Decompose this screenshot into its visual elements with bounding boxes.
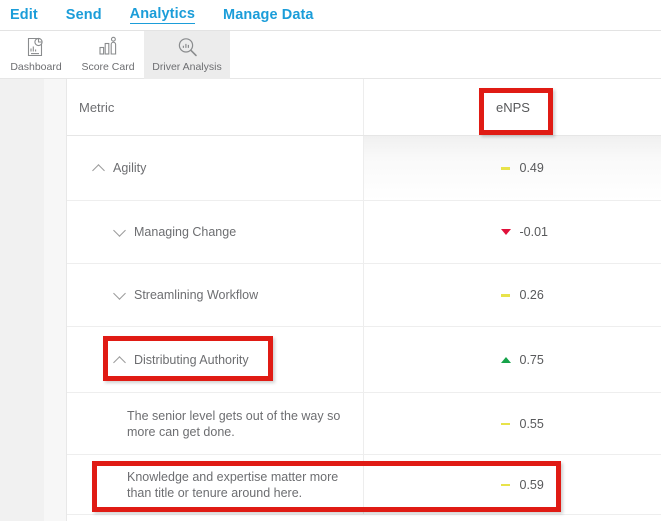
row-metric-cell-senior-level-item[interactable]: The senior level gets out of the way so …: [67, 393, 364, 454]
row-metric-cell-managing-change[interactable]: Managing Change: [67, 201, 364, 263]
table-header-row: Metric eNPS: [67, 79, 661, 136]
metric-value-streamlining-workflow: 0.26: [519, 288, 544, 302]
trend-up-icon: [500, 355, 511, 365]
chevron-down-icon[interactable]: [114, 226, 126, 238]
row-metric-cell-streamlining-workflow[interactable]: Streamlining Workflow: [67, 264, 364, 326]
row-metric-cell-distributing-authority[interactable]: Distributing Authority: [67, 327, 364, 392]
chevron-down-icon[interactable]: [114, 289, 126, 301]
chevron-up-icon[interactable]: [114, 354, 126, 366]
metric-label-senior-level-item: The senior level gets out of the way so …: [127, 408, 341, 439]
row-value-cell-streamlining-workflow: 0.26: [364, 264, 661, 326]
column-header-metric[interactable]: Metric: [67, 79, 364, 135]
nav-item-send[interactable]: Send: [66, 7, 102, 24]
metric-label-managing-change: Managing Change: [134, 225, 237, 239]
metric-label-knowledge-expertise-item: Knowledge and expertise matter more than…: [127, 469, 339, 500]
left-gutter-panel: [0, 79, 44, 521]
column-header-enps-label: eNPS: [496, 99, 530, 115]
row-value-cell-senior-level-item: 0.55: [364, 393, 661, 454]
row-metric-cell-knowledge-expertise-item[interactable]: Knowledge and expertise matter more than…: [67, 455, 364, 514]
metric-value-managing-change: -0.01: [519, 225, 549, 239]
metric-label-agility: Agility: [113, 161, 147, 175]
ribbon-button-dashboard[interactable]: Dashboard: [0, 31, 72, 79]
metric-label-streamlining-workflow: Streamlining Workflow: [134, 288, 259, 302]
row-value-cell-managing-change: -0.01: [364, 201, 661, 263]
ribbon-label-driver-analysis: Driver Analysis: [152, 61, 222, 73]
dashboard-report-icon: [24, 34, 48, 60]
trend-down-icon: [500, 227, 511, 237]
row-value-cell-distributing-authority: 0.75: [364, 327, 661, 392]
table-row[interactable]: Knowledge and expertise matter more than…: [67, 455, 661, 515]
table-row[interactable]: Streamlining Workflow 0.26: [67, 264, 661, 327]
main-navigation-bar: Edit Send Analytics Manage Data: [0, 0, 661, 31]
left-inner-gutter: [44, 79, 66, 521]
trend-flat-icon: [500, 419, 511, 429]
ribbon-label-dashboard: Dashboard: [10, 61, 62, 73]
trend-flat-icon: [500, 163, 511, 173]
driver-analysis-magnifier-icon: [175, 34, 200, 60]
score-card-icon: [96, 34, 120, 60]
row-value-cell-knowledge-expertise-item: 0.59: [364, 455, 661, 514]
chevron-up-icon[interactable]: [93, 162, 105, 174]
column-header-metric-label: Metric: [79, 99, 115, 115]
table-row[interactable]: Agility 0.49: [67, 136, 661, 201]
row-metric-cell-agility[interactable]: Agility: [67, 136, 364, 200]
trend-flat-icon: [500, 480, 511, 490]
nav-item-analytics[interactable]: Analytics: [129, 6, 196, 24]
metric-label-distributing-authority: Distributing Authority: [134, 352, 249, 367]
ribbon-label-score-card: Score Card: [81, 61, 135, 73]
table-row[interactable]: Managing Change -0.01: [67, 201, 661, 264]
metric-value-knowledge-expertise-item: 0.59: [519, 477, 544, 492]
row-value-cell-agility: 0.49: [364, 136, 661, 200]
ribbon-toolbar: Dashboard Score Card Driver Analysis: [0, 31, 661, 79]
driver-analysis-content: Metric eNPS Agility 0.49 Managing Change…: [66, 79, 661, 521]
nav-item-edit[interactable]: Edit: [10, 7, 38, 24]
metric-value-agility: 0.49: [519, 161, 544, 175]
ribbon-button-driver-analysis[interactable]: Driver Analysis: [144, 31, 230, 79]
driver-analysis-table: Metric eNPS Agility 0.49 Managing Change…: [67, 79, 661, 515]
metric-value-distributing-authority: 0.75: [519, 352, 544, 367]
table-row[interactable]: Distributing Authority 0.75: [67, 327, 661, 393]
nav-item-manage-data[interactable]: Manage Data: [223, 7, 314, 24]
ribbon-button-score-card[interactable]: Score Card: [72, 31, 144, 79]
column-header-enps[interactable]: eNPS: [364, 79, 661, 135]
metric-value-senior-level-item: 0.55: [519, 416, 544, 431]
table-row[interactable]: The senior level gets out of the way so …: [67, 393, 661, 455]
trend-flat-icon: [500, 290, 511, 300]
